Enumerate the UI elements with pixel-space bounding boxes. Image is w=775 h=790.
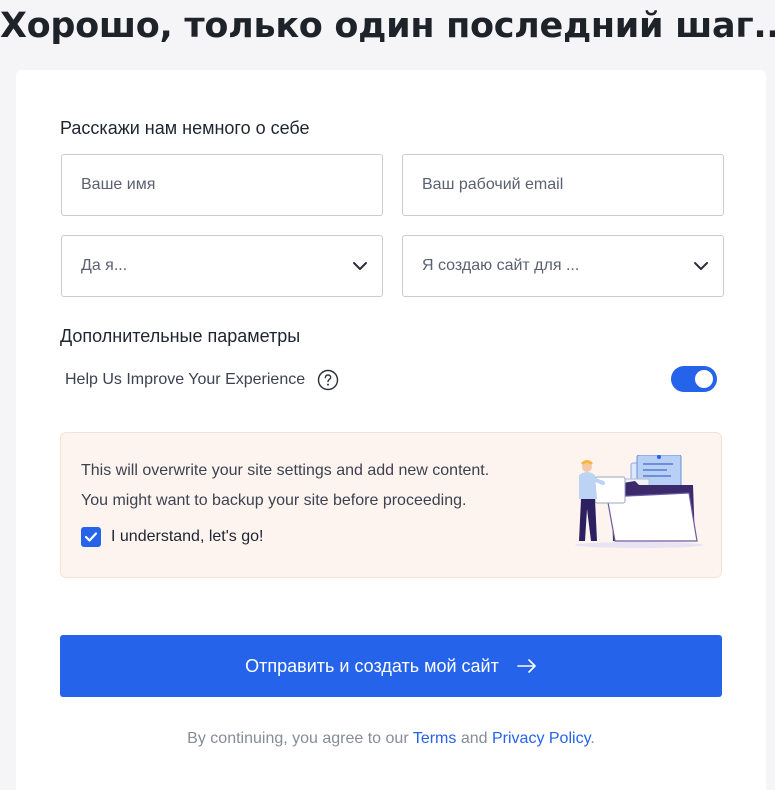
- understand-checkbox-row[interactable]: I understand, let's go!: [81, 527, 263, 547]
- chevron-down-icon: [348, 254, 372, 278]
- help-icon[interactable]: [317, 369, 339, 391]
- privacy-policy-link[interactable]: Privacy Policy: [492, 730, 590, 747]
- terms-suffix: .: [590, 730, 595, 747]
- name-input[interactable]: [62, 155, 382, 215]
- toggle-knob: [695, 370, 713, 388]
- submit-button[interactable]: Отправить и создать мой сайт: [60, 635, 722, 697]
- name-field[interactable]: [61, 154, 383, 216]
- submit-button-label: Отправить и создать мой сайт: [245, 655, 499, 676]
- improve-experience-label: Help Us Improve Your Experience: [65, 371, 306, 388]
- improve-experience-toggle[interactable]: [671, 366, 717, 392]
- role-select[interactable]: Да я...: [61, 235, 383, 297]
- about-heading: Расскажи нам немного о себе: [60, 118, 310, 138]
- setup-card: Расскажи нам немного о себе Да я... Я со…: [16, 70, 766, 790]
- terms-notice: By continuing, you agree to our Terms an…: [16, 730, 766, 748]
- folder-illustration-icon: [575, 455, 703, 548]
- chevron-down-icon: [689, 254, 713, 278]
- purpose-select-value: Я создаю сайт для ...: [422, 257, 580, 274]
- understand-checkbox-label: I understand, let's go!: [111, 528, 264, 545]
- terms-link[interactable]: Terms: [413, 730, 457, 747]
- improve-experience-row: Help Us Improve Your Experience: [65, 366, 717, 394]
- purpose-select[interactable]: Я создаю сайт для ...: [402, 235, 724, 297]
- email-field[interactable]: [402, 154, 724, 216]
- notice-line-2: You might want to backup your site befor…: [81, 492, 467, 509]
- terms-prefix: By continuing, you agree to our: [187, 730, 409, 747]
- understand-checkbox[interactable]: [81, 527, 101, 547]
- overwrite-notice: This will overwrite your site settings a…: [60, 432, 722, 578]
- advanced-heading: Дополнительные параметры: [60, 326, 301, 346]
- terms-and: and: [460, 730, 488, 747]
- email-input[interactable]: [403, 155, 723, 215]
- notice-line-1: This will overwrite your site settings a…: [81, 462, 490, 479]
- role-select-value: Да я...: [81, 257, 128, 274]
- arrow-right-icon: [517, 659, 537, 673]
- page-title: Хорошо, только один последний шаг...: [0, 6, 775, 46]
